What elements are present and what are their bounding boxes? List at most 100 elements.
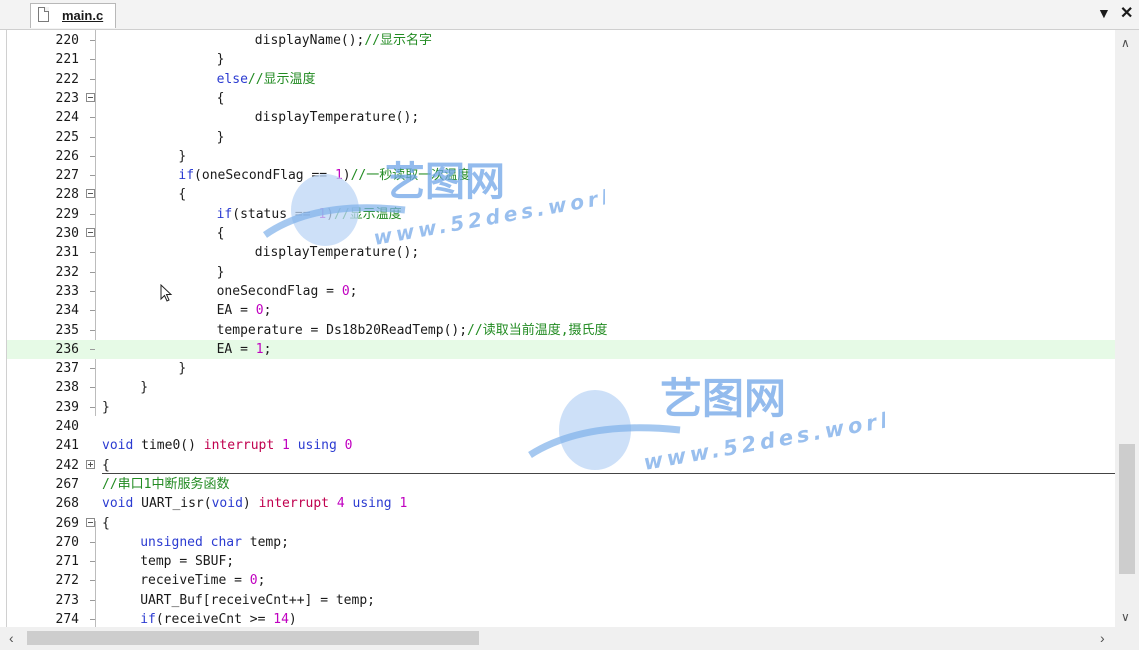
- code-token: ): [242, 496, 259, 512]
- fold-guide-tick: [90, 59, 95, 61]
- code-token: char: [210, 534, 242, 550]
- code-line[interactable]: 271 temp = SBUF;: [7, 552, 1115, 571]
- fold-guide-tick: [90, 310, 95, 312]
- code-text: }: [178, 359, 186, 378]
- fold-guide-tick: [90, 271, 95, 273]
- code-token: ;: [263, 341, 272, 357]
- code-token: (receiveCnt >=: [155, 612, 274, 627]
- code-token: {: [216, 226, 225, 241]
- code-line[interactable]: 270 unsigned char temp;: [7, 533, 1115, 552]
- horizontal-scrollbar[interactable]: ‹ ›: [0, 627, 1139, 650]
- fold-guide-tick: [90, 599, 95, 601]
- code-text: }: [217, 50, 225, 69]
- vertical-scroll-thumb[interactable]: [1119, 444, 1135, 574]
- mouse-cursor-icon: [160, 284, 173, 302]
- code-line[interactable]: 220 displayName();//显示名字: [7, 31, 1115, 50]
- code-token: EA =: [216, 303, 256, 319]
- code-text: {: [217, 89, 225, 108]
- code-token: UART_isr(: [133, 496, 212, 512]
- code-text: }: [178, 147, 186, 166]
- code-token: 0: [344, 438, 353, 454]
- code-line[interactable]: 269 {: [7, 514, 1115, 533]
- code-text: {: [102, 456, 110, 475]
- fold-guide-tick: [90, 387, 95, 389]
- code-text: {: [217, 224, 225, 243]
- code-token: {: [102, 515, 110, 531]
- code-token: interrupt: [203, 438, 275, 454]
- code-text: temperature = Ds18b20ReadTemp();//读取当前温度…: [217, 321, 608, 340]
- code-token: temp;: [241, 534, 289, 550]
- code-line[interactable]: 234 EA = 0;: [7, 301, 1115, 320]
- expand-fold-icon[interactable]: [86, 459, 95, 469]
- code-token: ): [288, 612, 297, 627]
- line-number: 239: [55, 399, 79, 415]
- code-token: {: [178, 187, 187, 203]
- code-text: EA = 0;: [217, 301, 272, 320]
- code-token: 14: [273, 612, 289, 627]
- code-line[interactable]: 268 void UART_isr(void) interrupt 4 using…: [7, 494, 1115, 513]
- code-token: 1: [399, 496, 408, 512]
- scroll-up-icon[interactable]: ∧: [1121, 36, 1130, 50]
- fold-guide-tick: [90, 117, 95, 119]
- code-token: time0(): [133, 438, 204, 454]
- tab-main-c[interactable]: main.c: [30, 3, 116, 28]
- code-token: }: [178, 361, 187, 377]
- horizontal-scroll-thumb[interactable]: [27, 631, 479, 645]
- code-text: UART_Buf[receiveCnt++] = temp;: [140, 591, 375, 610]
- code-text: EA = 1;: [217, 340, 272, 359]
- line-number: 230: [55, 226, 79, 241]
- code-token: void: [102, 496, 134, 512]
- collapse-fold-icon[interactable]: [86, 189, 95, 199]
- code-token: 0: [249, 573, 258, 589]
- code-token: }: [140, 380, 149, 396]
- line-number: 241: [55, 438, 79, 454]
- code-line[interactable]: 223 {: [7, 89, 1115, 108]
- code-token: displayName();: [254, 33, 365, 48]
- code-text: void time0() interrupt 1 using 0: [102, 436, 353, 455]
- line-number: 231: [55, 245, 79, 261]
- code-token: ;: [257, 573, 266, 589]
- code-token: if: [216, 206, 233, 222]
- fold-guide-tick: [90, 136, 95, 138]
- code-token: temp = SBUF;: [140, 554, 235, 570]
- fold-guide-tick: [90, 213, 95, 215]
- code-token: 0: [255, 303, 264, 319]
- chevron-down-icon[interactable]: ▼: [1097, 5, 1111, 21]
- code-token: 0: [341, 283, 350, 299]
- code-token: displayTemperature();: [254, 110, 420, 126]
- collapse-fold-icon[interactable]: [86, 517, 95, 527]
- scroll-down-icon[interactable]: ∨: [1121, 610, 1130, 624]
- code-token: receiveTime =: [140, 573, 250, 589]
- line-number: 240: [55, 419, 79, 434]
- line-number: 227: [55, 168, 79, 184]
- fold-guide-tick: [90, 348, 95, 350]
- scroll-left-icon[interactable]: ‹: [9, 630, 14, 646]
- code-editor[interactable]: 220 displayName();//显示名字 221} 222 else//显示温度…: [6, 30, 1115, 627]
- code-line[interactable]: 274 if(receiveCnt >= 14): [7, 610, 1115, 627]
- code-token: using: [297, 438, 337, 454]
- collapse-fold-icon[interactable]: [86, 92, 95, 102]
- line-number: 225: [55, 129, 79, 145]
- fold-guide-tick: [90, 541, 95, 543]
- scroll-right-icon[interactable]: ›: [1100, 630, 1105, 646]
- code-line[interactable]: 272 receiveTime = 0;: [7, 571, 1115, 590]
- code-text: }: [140, 378, 148, 397]
- code-line[interactable]: 222 else//显示温度: [7, 70, 1115, 89]
- code-token: }: [178, 148, 187, 164]
- code-line[interactable]: 221}: [7, 50, 1115, 69]
- code-line[interactable]: 224 displayTemperature();: [7, 108, 1115, 127]
- code-token: EA =: [216, 341, 256, 357]
- line-number: 238: [55, 380, 79, 396]
- close-icon[interactable]: ✕: [1120, 3, 1133, 23]
- code-text: unsigned char temp;: [140, 533, 289, 552]
- collapse-fold-icon[interactable]: [86, 228, 95, 237]
- line-number: 221: [55, 52, 79, 68]
- code-line[interactable]: 273 UART_Buf[receiveCnt++] = temp;: [7, 591, 1115, 610]
- code-token: //显示温度: [247, 71, 316, 87]
- code-token: if: [178, 168, 195, 184]
- code-line[interactable]: 235 temperature = Ds18b20ReadTemp();//读取当…: [7, 321, 1115, 340]
- line-number: 234: [55, 303, 79, 319]
- vertical-scrollbar[interactable]: ∧ ∨: [1115, 30, 1139, 627]
